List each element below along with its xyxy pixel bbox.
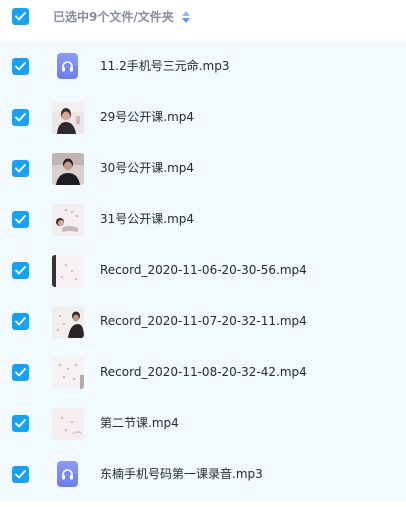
video-thumbnail	[52, 102, 84, 134]
selection-header: 已选中9个文件/文件夹	[0, 0, 406, 36]
video-thumbnail	[52, 408, 84, 440]
file-row[interactable]: 29号公开课.mp4	[0, 92, 406, 143]
file-checkbox[interactable]	[12, 109, 29, 126]
file-row[interactable]: 30号公开课.mp4	[0, 143, 406, 194]
file-checkbox[interactable]	[12, 313, 29, 330]
file-checkbox[interactable]	[12, 160, 29, 177]
file-list-panel: 已选中9个文件/文件夹 11.2手机号三元命.mp3 29号公开课.mp4 30…	[0, 0, 406, 507]
file-name: Record_2020-11-06-20-30-56.mp4	[100, 263, 307, 277]
file-checkbox[interactable]	[12, 466, 29, 483]
file-row[interactable]: 11.2手机号三元命.mp3	[0, 41, 406, 92]
file-name: Record_2020-11-07-20-32-11.mp4	[100, 314, 307, 328]
file-checkbox[interactable]	[12, 415, 29, 432]
check-icon	[15, 419, 26, 428]
check-icon	[15, 470, 26, 479]
file-row[interactable]: Record_2020-11-08-20-32-42.mp4	[0, 347, 406, 398]
file-name: 30号公开课.mp4	[100, 161, 195, 175]
file-row[interactable]: 东楠手机号码第一课录音.mp3	[0, 449, 406, 500]
file-row[interactable]: 31号公开课.mp4	[0, 194, 406, 245]
video-thumbnail	[52, 306, 84, 338]
video-thumbnail	[52, 357, 84, 389]
check-icon	[15, 62, 26, 71]
check-icon	[15, 215, 26, 224]
check-icon	[15, 266, 26, 275]
file-checkbox[interactable]	[12, 364, 29, 381]
sort-updown-icon[interactable]	[182, 11, 190, 23]
headphones-icon	[57, 461, 78, 487]
check-icon	[15, 317, 26, 326]
check-icon	[15, 164, 26, 173]
video-thumbnail	[52, 204, 84, 236]
video-thumbnail	[52, 255, 84, 287]
file-row[interactable]: Record_2020-11-06-20-30-56.mp4	[0, 245, 406, 296]
file-name: Record_2020-11-08-20-32-42.mp4	[100, 365, 307, 379]
file-name: 11.2手机号三元命.mp3	[100, 59, 230, 73]
select-all-checkbox[interactable]	[12, 8, 29, 25]
file-list: 11.2手机号三元命.mp3 29号公开课.mp4 30号公开课.mp4 31号…	[0, 41, 406, 501]
headphones-icon	[57, 53, 78, 79]
check-icon	[15, 12, 26, 21]
file-row[interactable]: 第二节课.mp4	[0, 398, 406, 449]
file-name: 东楠手机号码第一课录音.mp3	[100, 467, 263, 481]
file-name: 第二节课.mp4	[100, 416, 179, 430]
file-row[interactable]: Record_2020-11-07-20-32-11.mp4	[0, 296, 406, 347]
check-icon	[15, 368, 26, 377]
file-checkbox[interactable]	[12, 58, 29, 75]
check-icon	[15, 113, 26, 122]
file-checkbox[interactable]	[12, 211, 29, 228]
file-name: 29号公开课.mp4	[100, 110, 195, 124]
file-checkbox[interactable]	[12, 262, 29, 279]
file-name: 31号公开课.mp4	[100, 212, 195, 226]
selection-count-text: 已选中9个文件/文件夹	[53, 10, 174, 24]
video-thumbnail	[52, 153, 84, 185]
